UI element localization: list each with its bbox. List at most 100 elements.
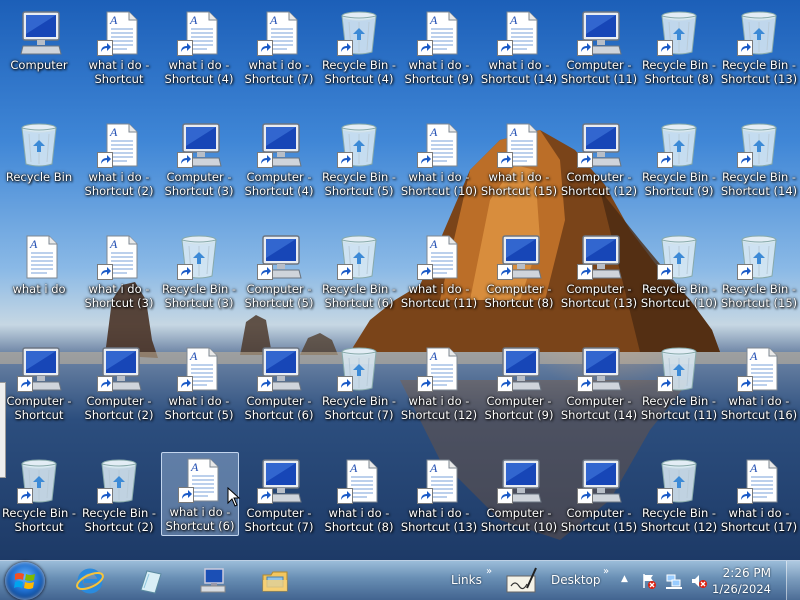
taskbar-file-explorer[interactable] [247,563,303,599]
shortcut-arrow-icon [497,488,513,504]
desktop-icon[interactable]: Awhat i do - Shortcut (15) [480,118,558,198]
shortcut-arrow-icon [257,40,273,56]
desktop-icon-label: what i do - Shortcut (13) [400,506,478,534]
shortcut-arrow-icon [657,264,673,280]
desktop-icon[interactable]: Awhat i do - Shortcut (11) [400,230,478,310]
tray-action-center[interactable] [640,572,658,590]
taskbar-notepad[interactable] [122,563,178,599]
desktop-icon[interactable]: Awhat i do - Shortcut (4) [160,6,238,86]
desktop-icon[interactable]: Recycle Bin - Shortcut (15) [720,230,798,310]
desktop-icon[interactable]: Computer - Shortcut (2) [80,342,158,422]
desktop-icon[interactable]: Recycle Bin - Shortcut (4) [320,6,398,86]
shortcut-arrow-icon [337,152,353,168]
desktop-icon-glyph [655,458,703,504]
start-button[interactable] [5,562,45,600]
clock-time[interactable]: 2:26 PM [723,566,771,580]
desktop-icon[interactable]: Computer - Shortcut (3) [160,118,238,198]
desktop-icon[interactable]: Recycle Bin - Shortcut (8) [640,6,718,86]
svg-text:A: A [109,237,118,251]
desktop-icon[interactable]: Recycle Bin [0,118,78,198]
desktop-icon[interactable]: Computer - Shortcut (14) [560,342,638,422]
desktop-icon[interactable]: Awhat i do - Shortcut [80,6,158,86]
clock-date[interactable]: 1/26/2024 [712,582,771,596]
desktop-icon-label: Computer - Shortcut (7) [244,506,314,534]
svg-text:A: A [109,13,118,27]
desktop-icon[interactable]: Computer - Shortcut [0,342,78,422]
desktop-icon[interactable]: Awhat i do - Shortcut (2) [80,118,158,198]
taskbar-internet-explorer[interactable] [62,563,118,599]
desktop-icon-label: Recycle Bin [5,170,73,184]
desktop-icon[interactable]: Computer - Shortcut (4) [240,118,318,198]
desktop-icon[interactable]: Recycle Bin - Shortcut (13) [720,6,798,86]
desktop-icon[interactable]: Computer - Shortcut (9) [480,342,558,422]
desktop-icon[interactable]: Awhat i do [0,230,78,310]
desktop-icon[interactable]: Awhat i do - Shortcut (14) [480,6,558,86]
tray-network[interactable] [665,572,683,590]
desktop-icon-glyph: A [95,122,143,168]
desktop-icon[interactable]: Computer - Shortcut (5) [240,230,318,310]
desktop-icon[interactable]: Recycle Bin - Shortcut (9) [640,118,718,198]
desktop-icon[interactable]: Computer - Shortcut (8) [480,230,558,310]
desktop-icon[interactable]: Recycle Bin - Shortcut (3) [160,230,238,310]
desktop-icon[interactable]: Recycle Bin - Shortcut (6) [320,230,398,310]
svg-text:A: A [749,349,758,363]
desktop-icon[interactable]: Awhat i do - Shortcut (13) [400,454,478,534]
shortcut-arrow-icon [97,40,113,56]
desktop-icon[interactable]: Recycle Bin - Shortcut (5) [320,118,398,198]
action-center-flag-icon [643,574,656,589]
desktop-icon[interactable]: Awhat i do - Shortcut (9) [400,6,478,86]
show-desktop-button[interactable] [786,561,800,600]
desktop-icon[interactable]: Recycle Bin - Shortcut (11) [640,342,718,422]
desktop-icon[interactable]: Recycle Bin - Shortcut (2) [80,454,158,534]
desktop-icon-label: Computer - Shortcut (4) [244,170,314,198]
desktop-icon-label: Computer - Shortcut (10) [480,506,558,534]
desktop-icon-label: Computer - Shortcut (11) [560,58,638,86]
desktop[interactable]: Computer Awhat i do - Shortcut Awhat i do … [0,0,800,560]
desktop-icon[interactable]: Computer - Shortcut (6) [240,342,318,422]
desktop-icon[interactable]: Computer - Shortcut (11) [560,6,638,86]
desktop-icon[interactable]: Recycle Bin - Shortcut (14) [720,118,798,198]
desktop-icon[interactable]: Recycle Bin - Shortcut (7) [320,342,398,422]
shortcut-arrow-icon [257,152,273,168]
desktop-icon[interactable]: Awhat i do - Shortcut (8) [320,454,398,534]
desktop-icon[interactable]: Awhat i do - Shortcut (10) [400,118,478,198]
taskbar-computer[interactable] [185,563,241,599]
desktop-icon[interactable]: Awhat i do - Shortcut (12) [400,342,478,422]
shortcut-arrow-icon [497,40,513,56]
desktop-icon-glyph [255,458,303,504]
desktop-icon[interactable]: Awhat i do - Shortcut (7) [240,6,318,86]
shortcut-arrow-icon [497,152,513,168]
desktop-toolbar-label[interactable]: Desktop [551,573,601,587]
desktop-icon[interactable]: Computer [0,6,78,86]
desktop-icon-glyph [655,346,703,392]
shortcut-arrow-icon [97,376,113,392]
shortcut-arrow-icon [97,264,113,280]
desktop-icon-glyph [15,122,63,168]
shortcut-arrow-icon [97,152,113,168]
desktop-icon[interactable]: Awhat i do - Shortcut (5) [160,342,238,422]
internet-explorer-icon [76,568,104,594]
svg-text:A: A [109,125,118,139]
desktop-icon[interactable]: Computer - Shortcut (10) [480,454,558,534]
desktop-icon[interactable]: Awhat i do - Shortcut (3) [80,230,158,310]
links-toolbar-label[interactable]: Links [451,573,482,587]
show-hidden-icons-arrow[interactable]: ▲ [621,574,628,584]
desktop-icon[interactable]: Recycle Bin - Shortcut [0,454,78,534]
desktop-icon[interactable]: Awhat i do - Shortcut (17) [720,454,798,534]
desktop-icon[interactable]: Computer - Shortcut (7) [240,454,318,534]
pen-pad-icon[interactable] [505,566,539,596]
desktop-icon-label: Recycle Bin - Shortcut (12) [640,506,718,534]
mouse-cursor [227,487,241,507]
desktop-icon[interactable]: Awhat i do - Shortcut (16) [720,342,798,422]
side-panel-handle[interactable] [0,382,6,478]
shortcut-arrow-icon [97,488,113,504]
desktop-icon[interactable]: Computer - Shortcut (15) [560,454,638,534]
desktop-toolbar-chevron[interactable]: » [603,566,609,577]
tray-volume[interactable] [690,572,708,590]
desktop-icon[interactable]: Computer - Shortcut (12) [560,118,638,198]
links-toolbar-chevron[interactable]: » [486,566,492,577]
desktop-icon[interactable]: Computer - Shortcut (13) [560,230,638,310]
desktop-icon[interactable]: Recycle Bin - Shortcut (12) [640,454,718,534]
desktop-icon-label: Recycle Bin - Shortcut (6) [321,282,397,310]
desktop-icon[interactable]: Recycle Bin - Shortcut (10) [640,230,718,310]
